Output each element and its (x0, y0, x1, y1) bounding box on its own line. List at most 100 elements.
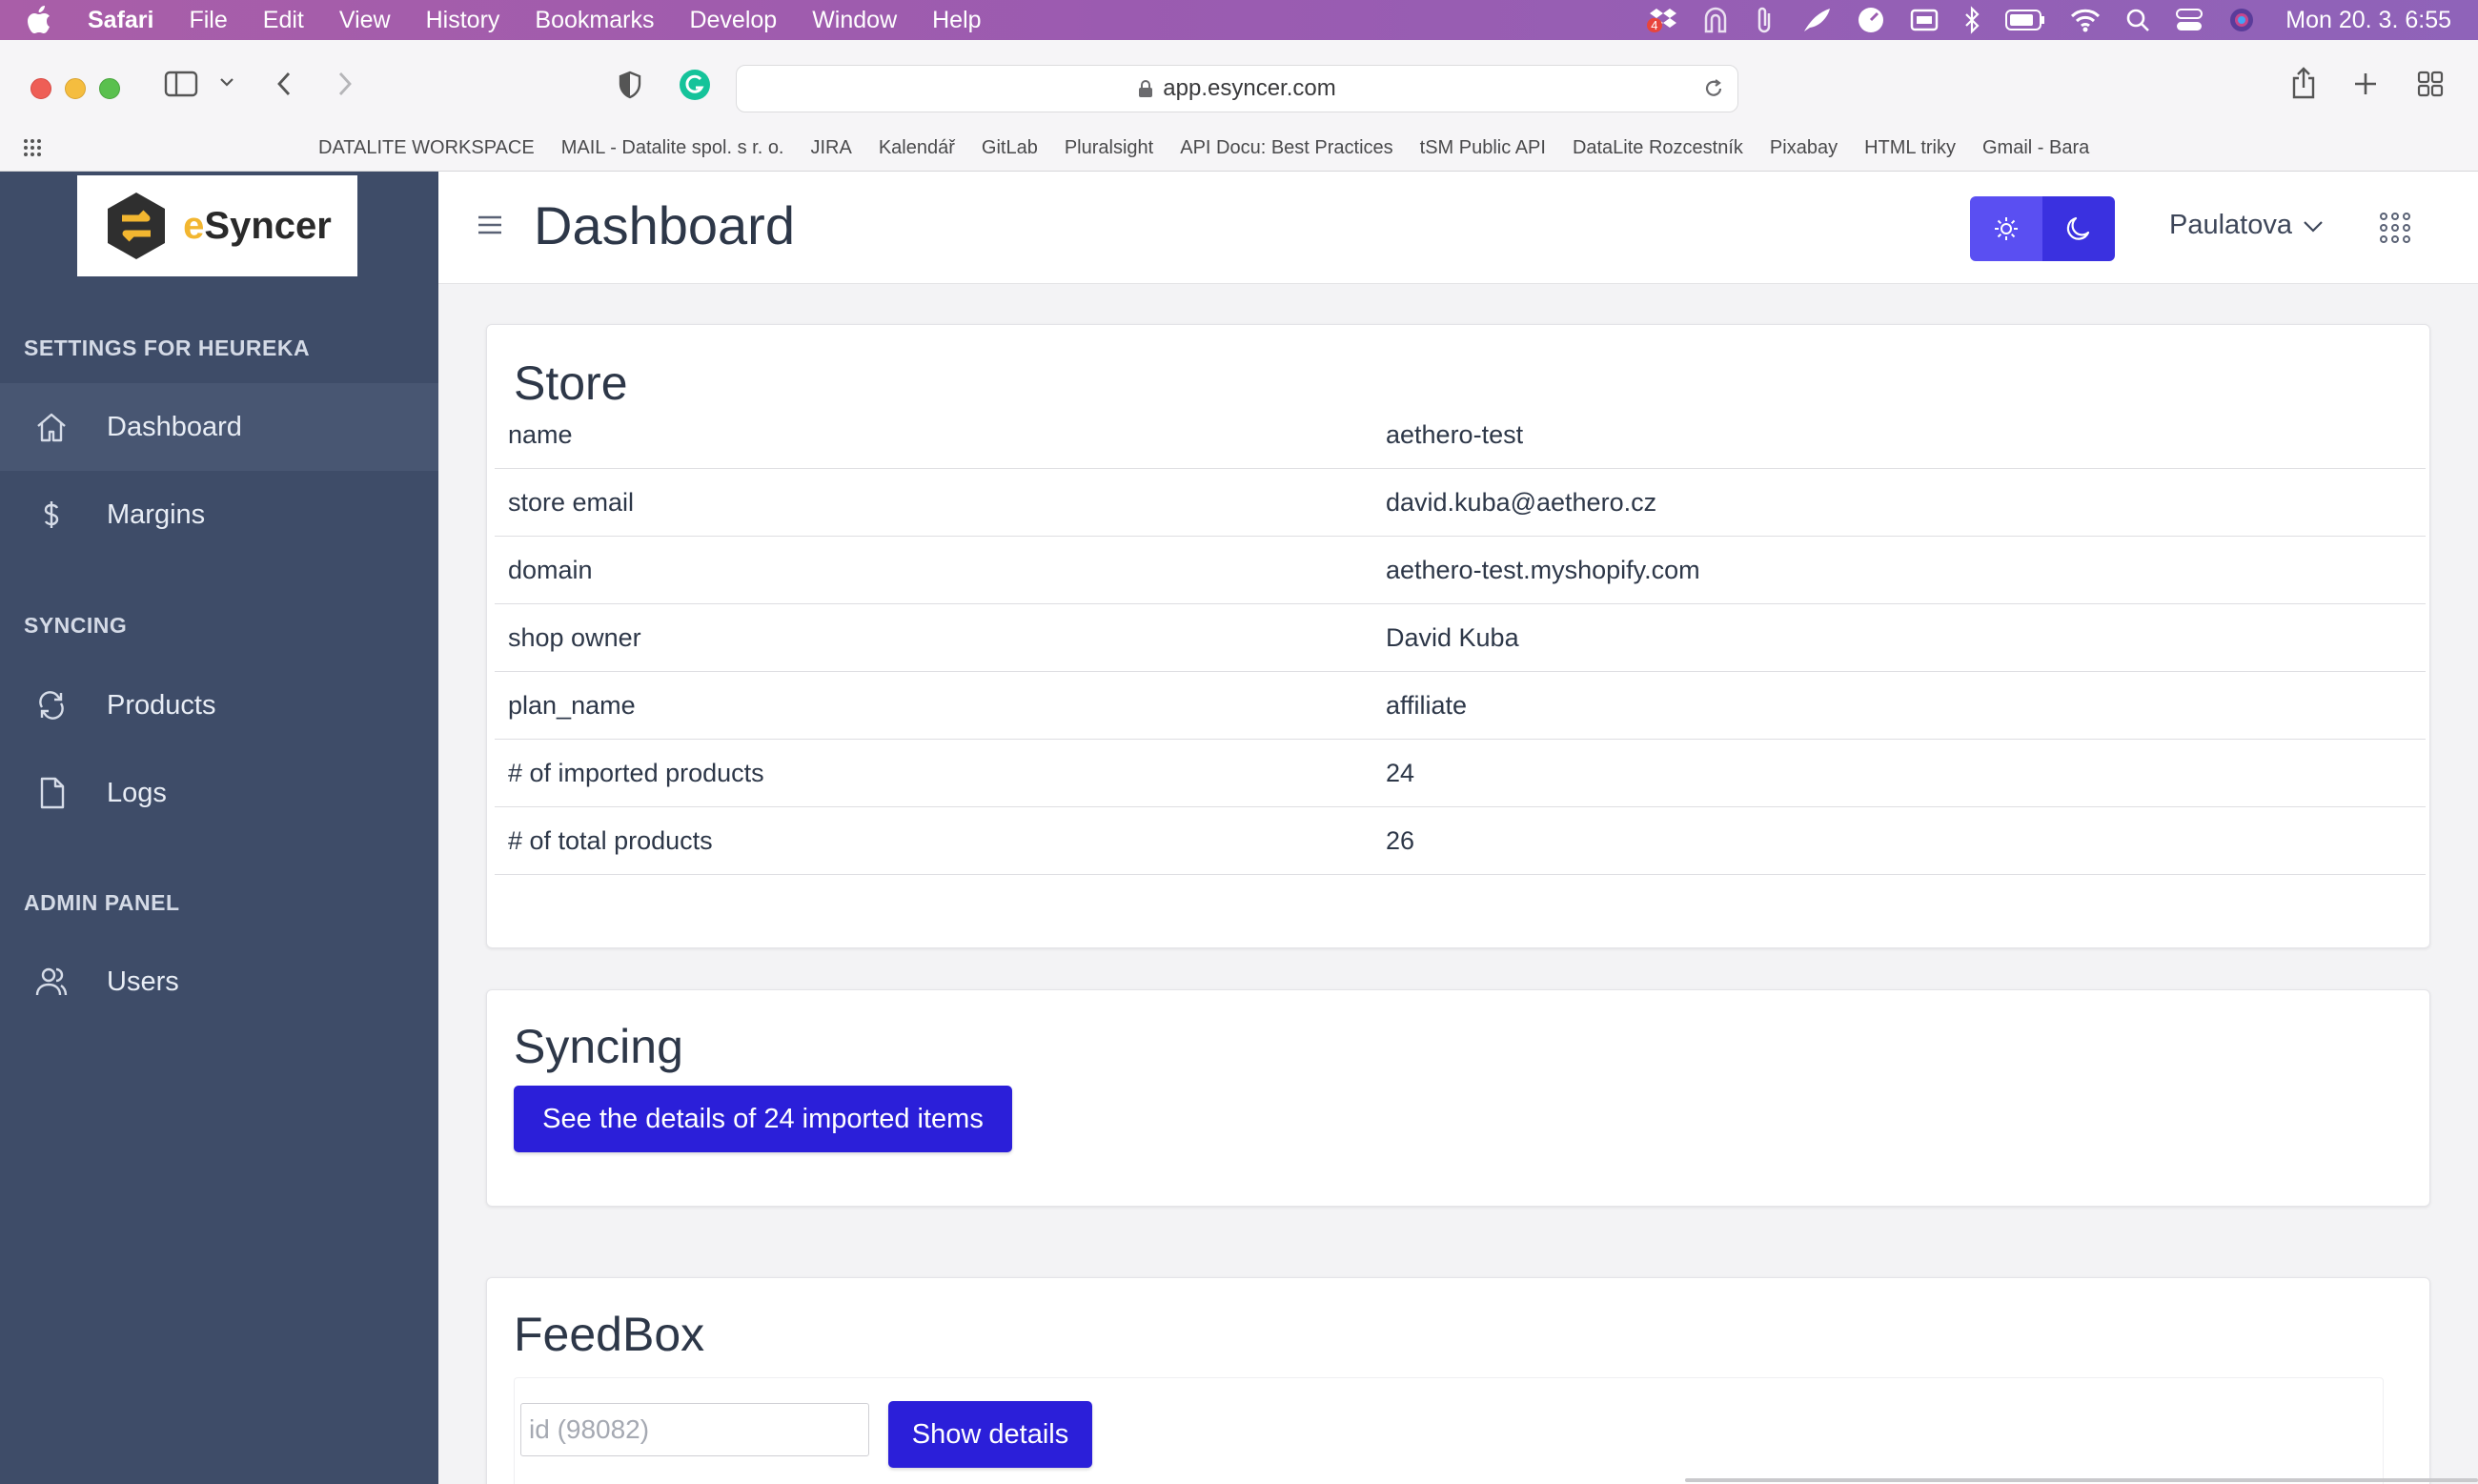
favorite-link[interactable]: JIRA (811, 137, 852, 159)
row-value: 24 (1386, 759, 1415, 787)
menu-toggle-icon[interactable] (477, 213, 503, 241)
menu-app-name[interactable]: Safari (88, 7, 153, 34)
menu-bookmarks[interactable]: Bookmarks (535, 7, 654, 34)
row-value: affiliate (1386, 691, 1468, 720)
privacy-shield-icon[interactable] (618, 71, 642, 99)
horizontal-scrollbar[interactable] (1685, 1478, 2478, 1482)
syncing-title: Syncing (514, 1020, 683, 1073)
sidebar-item-dashboard[interactable]: Dashboard (0, 383, 438, 471)
favorite-link[interactable]: HTML triky (1864, 137, 1956, 159)
row-value: david.kuba@aethero.cz (1386, 488, 1657, 517)
zoom-window-button[interactable] (99, 78, 120, 99)
row-key: shop owner (508, 623, 641, 652)
favorite-link[interactable]: Gmail - Bara (1982, 137, 2089, 159)
favorite-link[interactable]: MAIL - Datalite spol. s r. o. (561, 137, 784, 159)
paperclip-icon[interactable] (1754, 6, 1777, 34)
table-row: name aethero-test (495, 401, 2426, 469)
row-key: # of imported products (508, 759, 764, 787)
siri-icon[interactable] (2228, 7, 2255, 33)
store-card: Store name aethero-test store email davi… (486, 324, 2430, 948)
row-key: store email (508, 488, 635, 517)
chevron-down-icon[interactable] (219, 76, 234, 88)
control-center-icon[interactable] (2175, 8, 2204, 32)
row-value: aethero-test.myshopify.com (1386, 556, 1700, 584)
favorite-link[interactable]: DataLite Rozcestník (1573, 137, 1743, 159)
sidebar-item-margins[interactable]: Margins (0, 471, 438, 559)
new-tab-icon[interactable] (2352, 71, 2379, 97)
store-table: name aethero-test store email david.kuba… (495, 401, 2426, 875)
table-row: # of total products 26 (495, 807, 2426, 875)
chevron-down-icon (2304, 220, 2323, 233)
light-mode-button[interactable] (1970, 196, 2042, 261)
spotlight-search-icon[interactable] (2125, 8, 2150, 32)
feedbox-form: Show details (514, 1377, 2384, 1484)
esyncer-logo[interactable]: eSyncer (77, 175, 357, 276)
apple-icon[interactable] (27, 6, 55, 34)
speedometer-icon[interactable] (1857, 6, 1885, 34)
row-value: aethero-test (1386, 420, 1524, 449)
imported-items-details-button[interactable]: See the details of 24 imported items (514, 1086, 1012, 1152)
row-key: # of total products (508, 826, 713, 855)
wifi-icon[interactable] (2070, 8, 2101, 32)
sidebar-item-label: Logs (107, 777, 167, 808)
sidebar-item-label: Margins (107, 498, 206, 530)
grammarly-icon[interactable] (679, 69, 711, 101)
forward-icon[interactable] (335, 71, 355, 97)
display-icon[interactable] (1910, 8, 1939, 32)
users-icon (35, 967, 68, 996)
back-icon[interactable] (274, 71, 294, 97)
menu-develop[interactable]: Develop (689, 7, 777, 34)
user-menu[interactable]: Paulatova (2169, 210, 2325, 241)
minimize-window-button[interactable] (65, 78, 86, 99)
reload-icon[interactable] (1703, 77, 1724, 107)
sidebar-item-label: Users (107, 966, 179, 997)
battery-icon[interactable] (2005, 9, 2045, 31)
menu-edit[interactable]: Edit (263, 7, 304, 34)
page-title: Dashboard (534, 195, 795, 255)
document-icon (40, 777, 65, 809)
address-bar[interactable]: app.esyncer.com (736, 65, 1738, 112)
show-details-button[interactable]: Show details (888, 1401, 1092, 1468)
esyncer-logo-icon (108, 193, 166, 259)
row-value: David Kuba (1386, 623, 1519, 652)
favorite-link[interactable]: API Docu: Best Practices (1180, 137, 1392, 159)
favorite-link[interactable]: tSM Public API (1420, 137, 1546, 159)
favorite-link[interactable]: Kalendář (879, 137, 955, 159)
menu-window[interactable]: Window (812, 7, 897, 34)
sidebar-item-logs[interactable]: Logs (0, 749, 438, 837)
feedbox-card: FeedBox Show details (486, 1277, 2430, 1484)
favorite-link[interactable]: DATALITE WORKSPACE (318, 137, 535, 159)
menu-view[interactable]: View (339, 7, 391, 34)
apps-grid-icon[interactable] (2379, 212, 2411, 249)
dropbox-icon[interactable]: 4 (1647, 7, 1677, 33)
table-row: plan_name affiliate (495, 672, 2426, 740)
grid-icon[interactable] (23, 138, 46, 163)
arch-icon[interactable] (1702, 7, 1729, 33)
table-row: shop owner David Kuba (495, 604, 2426, 672)
sidebar-toggle-icon[interactable] (164, 71, 198, 97)
row-value: 26 (1386, 826, 1415, 855)
app-header: Dashboard Paulatova (438, 172, 2478, 284)
feather-icon[interactable] (1801, 7, 1832, 33)
dark-mode-button[interactable] (2042, 196, 2115, 261)
close-window-button[interactable] (30, 78, 51, 99)
menu-help[interactable]: Help (932, 7, 981, 34)
sidebar-item-users[interactable]: Users (0, 938, 438, 1026)
tab-overview-icon[interactable] (2417, 71, 2444, 97)
menu-history[interactable]: History (426, 7, 500, 34)
favorite-link[interactable]: GitLab (982, 137, 1038, 159)
favorite-link[interactable]: Pixabay (1770, 137, 1838, 159)
sidebar-item-label: Products (107, 689, 216, 721)
favorite-link[interactable]: Pluralsight (1065, 137, 1153, 159)
row-key: domain (508, 556, 593, 584)
feed-id-input[interactable] (520, 1403, 869, 1456)
sidebar-item-products[interactable]: Products (0, 661, 438, 749)
theme-toggle[interactable] (1970, 196, 2115, 261)
share-icon[interactable] (2291, 67, 2316, 99)
menu-clock[interactable]: Mon 20. 3. 6:55 (2285, 7, 2451, 34)
home-icon (37, 413, 66, 442)
favorites-bar: DATALITE WORKSPACE MAIL - Datalite spol.… (0, 129, 2478, 167)
bluetooth-icon[interactable] (1963, 6, 1980, 34)
menu-file[interactable]: File (189, 7, 227, 34)
main-content: Store name aethero-test store email davi… (438, 284, 2478, 1484)
